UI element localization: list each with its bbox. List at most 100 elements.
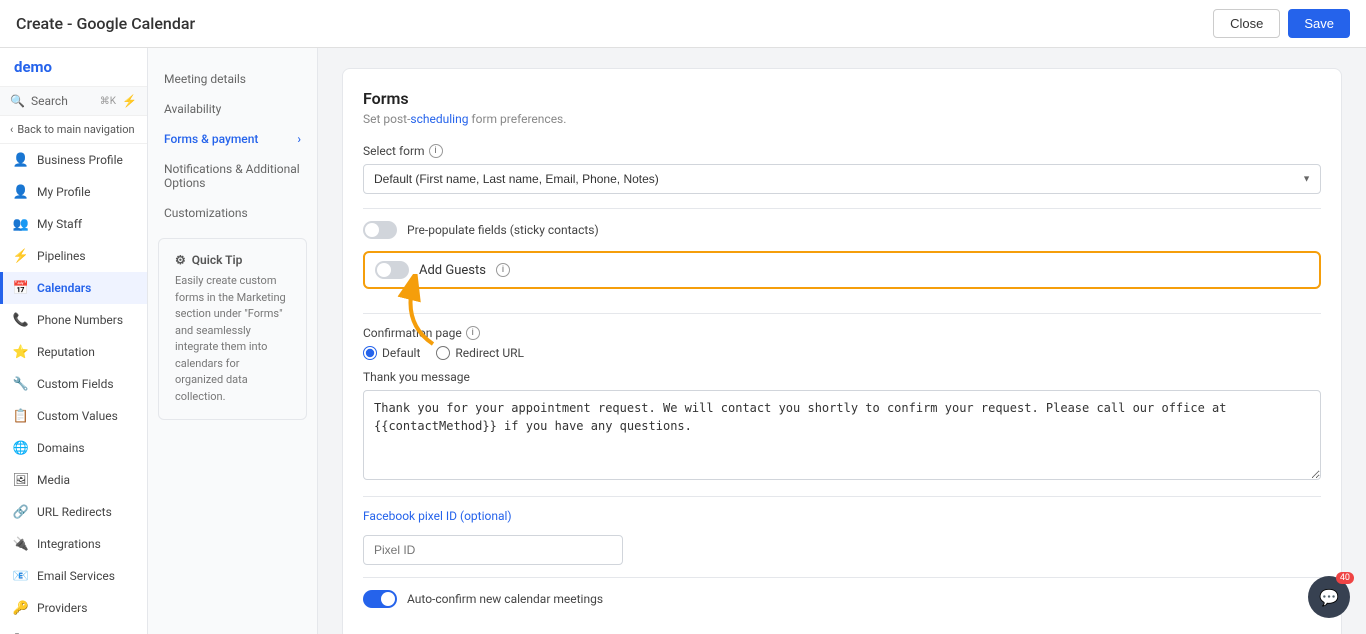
sidebar-item-custom-values[interactable]: 📋 Custom Values (0, 400, 147, 432)
sidebar-item-custom-fields[interactable]: 🔧 Custom Fields (0, 368, 147, 400)
step-availability[interactable]: Availability (148, 94, 317, 124)
radio-redirect-input[interactable] (436, 346, 450, 360)
phone-icon: 📞 (13, 312, 29, 328)
radio-redirect-label[interactable]: Redirect URL (436, 346, 524, 360)
gear-icon: ⚙ (175, 253, 186, 267)
domains-icon: 🌐 (13, 440, 29, 456)
sidebar-item-calendars[interactable]: 📅 Calendars (0, 272, 147, 304)
sidebar-item-my-staff[interactable]: 👥 My Staff (0, 208, 147, 240)
sidebar-item-label: Domains (37, 441, 85, 455)
select-form-field[interactable]: Default (First name, Last name, Email, P… (363, 164, 1321, 194)
my-profile-icon: 👤 (13, 184, 29, 200)
sidebar-item-reputation[interactable]: ⭐ Reputation (0, 336, 147, 368)
confirmation-radio-group: Default Redirect URL (363, 346, 1321, 360)
sidebar-logo: demo (0, 48, 147, 87)
sidebar-item-label: Providers (37, 601, 87, 615)
step-customizations[interactable]: Customizations (148, 198, 317, 228)
thankyou-label: Thank you message (363, 370, 1321, 384)
my-staff-icon: 👥 (13, 216, 29, 232)
sidebar-item-integrations[interactable]: 🔌 Integrations (0, 528, 147, 560)
providers-icon: 🔑 (13, 600, 29, 616)
add-guests-label: Add Guests (419, 263, 486, 278)
content-area: Meeting details Availability Forms & pay… (148, 48, 1366, 634)
sidebar-item-label: My Staff (37, 217, 82, 231)
sidebar-item-label: Custom Values (37, 409, 118, 423)
lightning-icon: ⚡ (122, 94, 137, 108)
sidebar-item-pipelines[interactable]: ⚡ Pipelines (0, 240, 147, 272)
quick-tip-card: ⚙ Quick Tip Easily create custom forms i… (158, 238, 307, 420)
select-form-info-icon[interactable]: i (429, 144, 443, 158)
custom-values-icon: 📋 (13, 408, 29, 424)
sidebar-item-label: Integrations (37, 537, 101, 551)
top-header: Create - Google Calendar Close Save (0, 0, 1366, 48)
add-guests-toggle[interactable] (375, 261, 409, 279)
confirmation-page-label: Confirmation page i (363, 326, 1321, 340)
step-navigation: Meeting details Availability Forms & pay… (148, 48, 318, 634)
sidebar: demo 🔍 Search ⌘K ⚡ ‹ Back to main naviga… (0, 48, 148, 634)
prepopulate-row: Pre-populate fields (sticky contacts) (363, 221, 1321, 239)
auto-confirm-row: Auto-confirm new calendar meetings (363, 590, 1321, 608)
pixel-id-input[interactable] (363, 535, 623, 565)
sidebar-item-email-services[interactable]: 📧 Email Services (0, 560, 147, 592)
email-services-icon: 📧 (13, 568, 29, 584)
quick-tip-title: ⚙ Quick Tip (175, 253, 290, 267)
sidebar-item-label: Reputation (37, 345, 95, 359)
select-form-wrapper: Default (First name, Last name, Email, P… (363, 164, 1321, 194)
divider-1 (363, 208, 1321, 209)
prepopulate-label: Pre-populate fields (sticky contacts) (407, 223, 599, 237)
sidebar-item-label: Pipelines (37, 249, 86, 263)
step-notifications[interactable]: Notifications & Additional Options (148, 154, 317, 198)
custom-fields-icon: 🔧 (13, 376, 29, 392)
chat-widget[interactable]: 💬 40 (1308, 576, 1350, 618)
calendars-icon: 📅 (13, 280, 29, 296)
chat-icon: 💬 (1319, 588, 1339, 607)
sidebar-item-label: Media (37, 473, 70, 487)
sidebar-item-media[interactable]: 🖼 Media (0, 464, 147, 496)
pipelines-icon: ⚡ (13, 248, 29, 264)
sidebar-item-my-profile[interactable]: 👤 My Profile (0, 176, 147, 208)
add-guests-info-icon[interactable]: i (496, 263, 510, 277)
forms-title: Forms (363, 89, 1321, 108)
add-guests-row: Add Guests i (363, 251, 1321, 289)
media-icon: 🖼 (13, 472, 29, 488)
step-arrow-icon: › (297, 132, 301, 146)
close-button[interactable]: Close (1213, 9, 1280, 38)
sidebar-item-label: Business Profile (37, 153, 123, 167)
divider-4 (363, 577, 1321, 578)
sidebar-item-business-profile[interactable]: 👤 Business Profile (0, 144, 147, 176)
add-guests-container: Add Guests i (363, 251, 1321, 289)
back-arrow-icon: ‹ (10, 123, 13, 136)
auto-confirm-label: Auto-confirm new calendar meetings (407, 592, 603, 606)
header-title: Create - Google Calendar (16, 14, 195, 33)
search-icon: 🔍 (10, 94, 25, 108)
thankyou-textarea[interactable]: Thank you for your appointment request. … (363, 390, 1321, 480)
facebook-pixel-label: Facebook pixel ID (optional) (363, 509, 1321, 529)
step-meeting-details[interactable]: Meeting details (148, 64, 317, 94)
sidebar-item-label: Calendars (37, 281, 91, 295)
sidebar-item-providers[interactable]: 🔑 Providers (0, 592, 147, 624)
url-redirects-icon: 🔗 (13, 504, 29, 520)
sidebar-item-label: Phone Numbers (37, 313, 123, 327)
sidebar-item-domains[interactable]: 🌐 Domains (0, 432, 147, 464)
back-navigation[interactable]: ‹ Back to main navigation (0, 116, 147, 144)
quick-tip-text: Easily create custom forms in the Market… (175, 273, 290, 405)
save-button[interactable]: Save (1288, 9, 1350, 38)
sidebar-item-tags[interactable]: 🏷 Tags (0, 624, 147, 634)
forms-subtitle: Set post-scheduling form preferences. (363, 112, 1321, 126)
search-shortcut: ⌘K (100, 96, 116, 107)
radio-default-input[interactable] (363, 346, 377, 360)
sidebar-item-phone-numbers[interactable]: 📞 Phone Numbers (0, 304, 147, 336)
forms-card: Forms Set post-scheduling form preferenc… (342, 68, 1342, 634)
search-label: Search (31, 94, 68, 108)
scheduling-link[interactable]: scheduling (410, 112, 468, 126)
radio-default-label[interactable]: Default (363, 346, 420, 360)
search-bar[interactable]: 🔍 Search ⌘K ⚡ (0, 87, 147, 116)
chat-notification-badge: 40 (1336, 572, 1354, 584)
sidebar-item-label: Email Services (37, 569, 115, 583)
confirmation-info-icon[interactable]: i (466, 326, 480, 340)
sidebar-item-label: URL Redirects (37, 505, 112, 519)
auto-confirm-toggle[interactable] (363, 590, 397, 608)
sidebar-item-url-redirects[interactable]: 🔗 URL Redirects (0, 496, 147, 528)
step-forms-payment[interactable]: Forms & payment › (148, 124, 317, 154)
prepopulate-toggle[interactable] (363, 221, 397, 239)
